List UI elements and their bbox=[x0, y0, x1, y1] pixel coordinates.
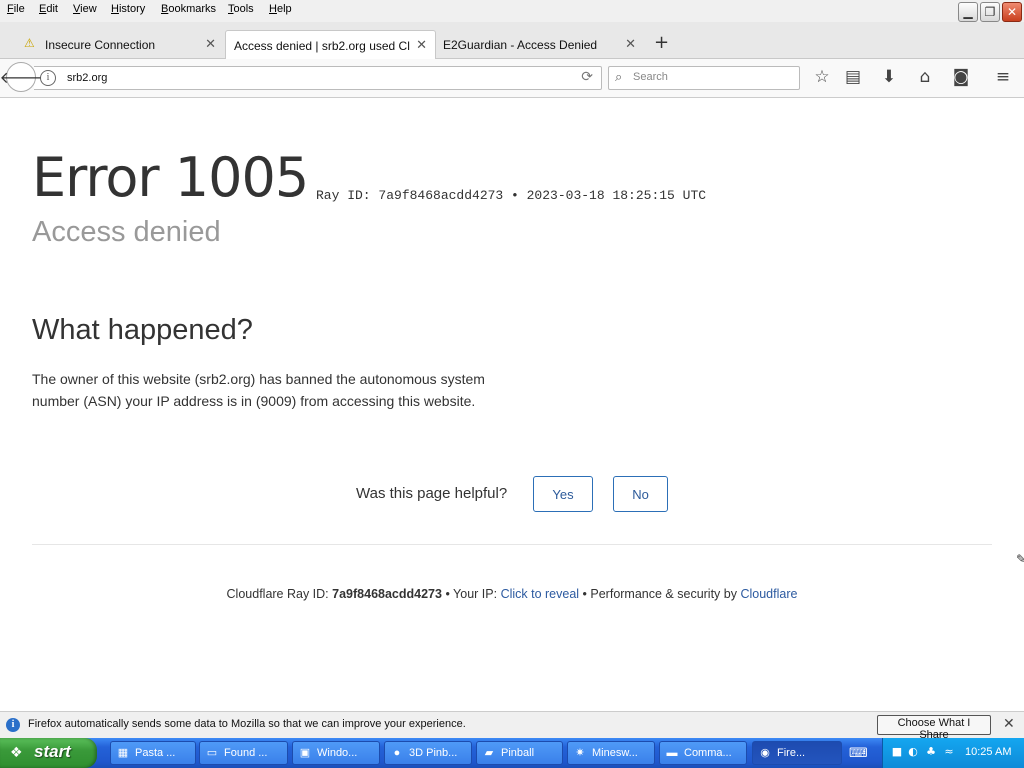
notification-text: Firefox automatically sends some data to… bbox=[28, 718, 466, 730]
menu-help[interactable]: Help bbox=[269, 3, 292, 15]
firefox-icon: ◉ bbox=[760, 747, 770, 759]
pinball-icon: ● bbox=[393, 747, 401, 759]
close-window-button[interactable]: ✕ bbox=[1002, 2, 1022, 22]
taskbar-item-pinball[interactable]: ▰ Pinball bbox=[476, 741, 563, 765]
footer-ray-id: 7a9f8468acdd4273 bbox=[332, 587, 442, 601]
notification-close-icon[interactable]: ✕ bbox=[1003, 716, 1015, 732]
tab-label: Access denied | srb2.org used Clo... bbox=[234, 39, 410, 53]
start-button[interactable]: ❖ start bbox=[0, 738, 97, 768]
feedback-question: Was this page helpful? bbox=[356, 485, 508, 502]
tray-security-icon[interactable]: ◐ bbox=[907, 746, 919, 758]
tab-access-denied-cloudflare[interactable]: Access denied | srb2.org used Clo... ✕ bbox=[225, 30, 436, 59]
url-text[interactable]: srb2.org bbox=[67, 72, 107, 84]
reveal-ip-link[interactable]: Click to reveal bbox=[501, 587, 580, 601]
new-tab-button[interactable]: + bbox=[654, 32, 669, 53]
warning-icon: ⚠ bbox=[24, 36, 35, 50]
taskbar-item-label: 3D Pinb... bbox=[409, 747, 458, 759]
mouse-cursor-icon: ✎ bbox=[1016, 552, 1024, 566]
menu-edit[interactable]: Edit bbox=[39, 3, 58, 15]
terminal-icon: ▬ bbox=[666, 747, 678, 759]
taskbar-item-command-prompt[interactable]: ▬ Comma... bbox=[659, 741, 747, 765]
cloudflare-link[interactable]: Cloudflare bbox=[740, 587, 797, 601]
taskbar-item-label: Pinball bbox=[501, 747, 535, 759]
footer: Cloudflare Ray ID: 7a9f8468acdd4273 • Yo… bbox=[0, 587, 1024, 601]
taskbar-item-label: Windo... bbox=[317, 747, 358, 759]
taskbar-item-label: Minesw... bbox=[592, 747, 638, 759]
feedback-no-button[interactable]: No bbox=[613, 476, 668, 512]
tab-close-icon[interactable]: ✕ bbox=[205, 36, 216, 52]
minimize-button[interactable]: ▁ bbox=[958, 2, 978, 22]
notification-bar: i Firefox automatically sends some data … bbox=[0, 711, 1024, 741]
error-code-heading: Error 1005 bbox=[32, 146, 309, 209]
ray-id-timestamp: Ray ID: 7a9f8468acdd4273 • 2023-03-18 18… bbox=[316, 188, 707, 203]
clock: 10:25 AM bbox=[965, 746, 1012, 758]
search-icon: ⌕ bbox=[615, 70, 623, 85]
pocket-icon[interactable]: ◙ bbox=[950, 67, 972, 87]
tray-green-icon[interactable]: ■ bbox=[891, 746, 903, 758]
footer-perf-label: • Performance & security by bbox=[582, 587, 737, 601]
choose-what-i-share-button[interactable]: Choose What I Share bbox=[877, 715, 991, 741]
tab-label: E2Guardian - Access Denied bbox=[443, 38, 598, 52]
document-icon: ▦ bbox=[117, 747, 129, 759]
search-input[interactable] bbox=[631, 70, 795, 84]
bookmark-star-icon[interactable]: ☆ bbox=[811, 67, 833, 87]
taskbar-item-pasta[interactable]: ▦ Pasta ... bbox=[110, 741, 196, 765]
menu-history[interactable]: History bbox=[111, 3, 145, 15]
mine-icon: ✷ bbox=[575, 747, 585, 759]
tab-label: Insecure Connection bbox=[45, 38, 156, 52]
info-icon: i bbox=[6, 718, 20, 732]
tab-close-icon[interactable]: ✕ bbox=[625, 36, 636, 52]
what-happened-heading: What happened? bbox=[32, 314, 253, 346]
tray-volume-icon[interactable]: ≈ bbox=[943, 746, 955, 758]
tab-close-icon[interactable]: ✕ bbox=[416, 37, 427, 53]
menu-bar: File Edit View History Bookmarks Tools H… bbox=[0, 0, 1024, 22]
bookmarks-library-icon[interactable]: ▤ bbox=[842, 67, 864, 87]
system-tray: ■ ◐ ♣ ≈ 10:25 AM bbox=[882, 738, 1024, 768]
keyboard-language-icon[interactable]: ⌨ bbox=[849, 746, 868, 761]
what-happened-text: The owner of this website (srb2.org) has… bbox=[32, 371, 485, 409]
back-button[interactable]: 🡐 bbox=[0, 62, 42, 92]
taskbar-item-found[interactable]: ▭ Found ... bbox=[199, 741, 288, 765]
start-label: start bbox=[34, 742, 71, 761]
window-controls: ▁ ❐ ✕ bbox=[958, 2, 1022, 22]
navigation-bar: i srb2.org ⟳ 🡐 ⌕ ☆ ▤ ⬇ ⌂ ◙ ≡ bbox=[0, 59, 1024, 98]
error-title: Access denied bbox=[32, 216, 221, 248]
menu-file[interactable]: File bbox=[7, 3, 25, 15]
restore-button[interactable]: ❐ bbox=[980, 2, 1000, 22]
taskbar-item-windows[interactable]: ▣ Windo... bbox=[292, 741, 380, 765]
window-icon: ▭ bbox=[206, 747, 218, 759]
menu-bookmarks[interactable]: Bookmarks bbox=[161, 3, 216, 15]
taskbar-item-label: Pasta ... bbox=[135, 747, 176, 759]
feedback-yes-button[interactable]: Yes bbox=[533, 476, 593, 512]
taskbar-item-label: Comma... bbox=[684, 747, 732, 759]
menu-view[interactable]: View bbox=[73, 3, 97, 15]
taskbar-item-label: Found ... bbox=[224, 747, 268, 759]
tray-network-icon[interactable]: ♣ bbox=[925, 746, 937, 758]
taskbar: ❖ start ▦ Pasta ... ▭ Found ... ▣ Windo.… bbox=[0, 738, 1024, 768]
tab-bar: ⚠ Insecure Connection ✕ Access denied | … bbox=[0, 22, 1024, 59]
taskbar-item-firefox[interactable]: ◉ Fire... bbox=[752, 741, 842, 765]
tab-insecure-connection[interactable]: ⚠ Insecure Connection ✕ bbox=[12, 30, 224, 59]
reload-icon[interactable]: ⟳ bbox=[581, 69, 593, 85]
home-icon[interactable]: ⌂ bbox=[914, 67, 936, 87]
windows-logo-icon: ❖ bbox=[10, 745, 23, 761]
hamburger-menu-icon[interactable]: ≡ bbox=[992, 67, 1014, 87]
menu-tools[interactable]: Tools bbox=[228, 3, 254, 15]
url-bar[interactable]: i srb2.org ⟳ bbox=[34, 66, 602, 90]
back-arrow-icon: 🡐 bbox=[0, 68, 43, 87]
footer-ip-label: • Your IP: bbox=[445, 587, 498, 601]
footer-divider bbox=[32, 544, 992, 545]
computer-icon: ▣ bbox=[299, 747, 311, 759]
downloads-icon[interactable]: ⬇ bbox=[878, 67, 900, 87]
folder-icon: ▰ bbox=[484, 747, 494, 759]
search-box[interactable]: ⌕ bbox=[608, 66, 800, 90]
tab-e2guardian[interactable]: E2Guardian - Access Denied ✕ bbox=[436, 30, 644, 59]
taskbar-item-3d-pinball[interactable]: ● 3D Pinb... bbox=[384, 741, 472, 765]
taskbar-item-label: Fire... bbox=[777, 747, 806, 759]
taskbar-item-minesweeper[interactable]: ✷ Minesw... bbox=[567, 741, 655, 765]
footer-ray-label: Cloudflare Ray ID: bbox=[226, 587, 329, 601]
